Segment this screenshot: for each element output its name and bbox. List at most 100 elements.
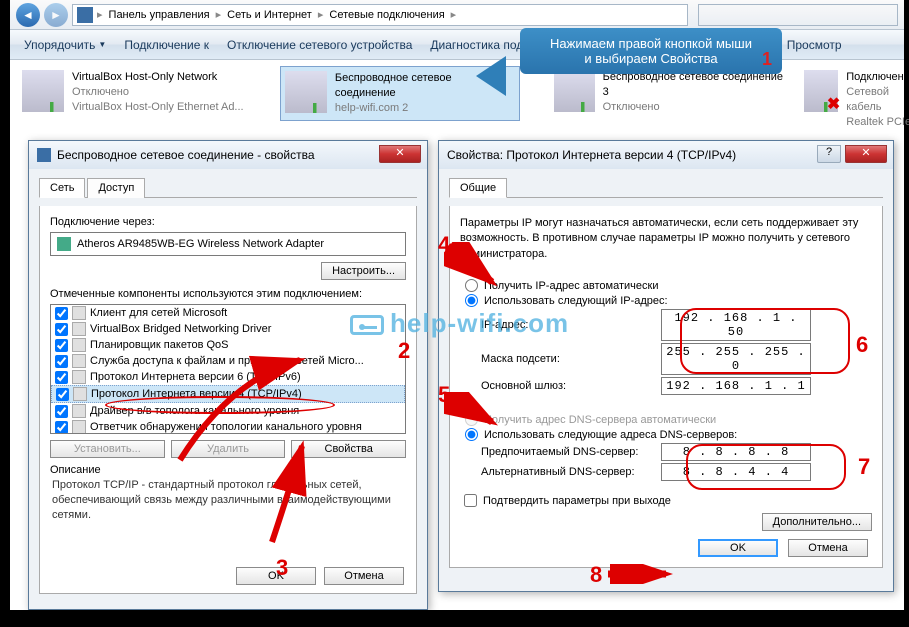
tab-network[interactable]: Сеть — [39, 178, 85, 198]
advanced-button[interactable]: Дополнительно... — [762, 513, 872, 531]
disconnected-x-icon: ✖ — [827, 94, 840, 114]
conn-title: Беспроводное сетевое соединение 3 — [603, 70, 786, 100]
red-arrow-icon — [202, 432, 322, 552]
cancel-button[interactable]: Отмена — [788, 539, 868, 557]
component-icon — [73, 387, 87, 401]
dns1-label: Предпочитаемый DNS-сервер: — [481, 446, 661, 458]
watermark: help-wifi.com — [350, 308, 569, 339]
control-panel-icon — [77, 7, 93, 23]
conn-sub: Сетевой кабель — [846, 85, 909, 115]
configure-button[interactable]: Настроить... — [321, 262, 406, 280]
toolbar-organize[interactable]: Упорядочить ▼ — [18, 35, 112, 55]
component-icon — [72, 420, 86, 434]
component-label: VirtualBox Bridged Networking Driver — [90, 323, 271, 335]
install-button[interactable]: Установить... — [50, 440, 165, 458]
component-checkbox[interactable] — [55, 323, 68, 336]
mask-label: Маска подсети: — [481, 353, 661, 365]
adapter-icon — [57, 237, 71, 251]
tab-general[interactable]: Общие — [449, 178, 507, 198]
annotation-4: 4 — [438, 232, 450, 258]
nav-back-button[interactable]: ◄ — [16, 3, 40, 27]
network-icon — [554, 70, 595, 112]
crumb-3[interactable]: Сетевые подключения — [323, 9, 450, 21]
component-checkbox[interactable] — [55, 405, 68, 418]
dialog-icon — [37, 148, 51, 162]
cancel-button[interactable]: Отмена — [324, 567, 404, 585]
help-button[interactable]: ? — [817, 145, 841, 163]
adapter-name: Atheros AR9485WB-EG Wireless Network Ada… — [77, 238, 324, 250]
annotation-2: 2 — [398, 338, 410, 364]
annotation-8: 8 — [590, 562, 602, 588]
info-text: Параметры IP могут назначаться автоматич… — [460, 216, 872, 262]
close-button[interactable]: ✕ — [845, 145, 887, 163]
component-checkbox[interactable] — [55, 307, 68, 320]
checkbox-label: Подтвердить параметры при выходе — [483, 495, 671, 507]
dns2-label: Альтернативный DNS-сервер: — [481, 466, 661, 478]
crumb-1[interactable]: Панель управления — [103, 9, 216, 21]
toolbar-disable[interactable]: Отключение сетевого устройства — [221, 35, 418, 55]
search-input[interactable] — [698, 4, 898, 26]
annotation-5: 5 — [438, 382, 450, 408]
radio-label: Использовать следующие адреса DNS-сервер… — [484, 429, 737, 441]
nav-forward-button[interactable]: ► — [44, 3, 68, 27]
dialog-title: Свойства: Протокол Интернета версии 4 (T… — [447, 148, 736, 162]
radio-label: Получить адрес DNS-сервера автоматически — [484, 414, 716, 426]
component-checkbox[interactable] — [55, 339, 68, 352]
hint-tooltip: Нажимаем правой кнопкой мыши и выбираем … — [520, 28, 782, 74]
red-arrow-icon — [444, 242, 504, 292]
label-components: Отмеченные компоненты используются этим … — [50, 288, 406, 300]
network-icon — [285, 71, 327, 113]
component-icon — [72, 306, 86, 320]
watermark-icon — [350, 315, 384, 335]
component-checkbox[interactable] — [55, 371, 68, 384]
red-arrow-icon — [444, 392, 504, 432]
connection-virtualbox[interactable]: VirtualBox Host-Only Network Отключено V… — [18, 66, 258, 119]
gateway-input[interactable]: 192 . 168 . 1 . 1 — [661, 377, 811, 395]
close-button[interactable]: ✕ — [379, 145, 421, 163]
component-label: Клиент для сетей Microsoft — [90, 307, 227, 319]
annotation-6: 6 — [856, 332, 868, 358]
conn-state: Отключено — [603, 100, 786, 115]
tab-access[interactable]: Доступ — [87, 178, 145, 198]
component-checkbox[interactable] — [56, 388, 69, 401]
tooltip-line1: Нажимаем правой кнопкой мыши — [532, 36, 770, 51]
annotation-7: 7 — [858, 454, 870, 480]
dialog-titlebar[interactable]: Беспроводное сетевое соединение - свойст… — [29, 141, 427, 169]
conn-title: Подключение — [846, 70, 909, 85]
tooltip-line2: и выбираем Свойства — [532, 51, 770, 66]
breadcrumb[interactable]: ▸ Панель управления▸ Сеть и Интернет▸ Се… — [72, 4, 688, 26]
toolbar-connect[interactable]: Подключение к — [118, 35, 215, 55]
dialog-title: Беспроводное сетевое соединение - свойст… — [57, 148, 315, 162]
conn-adapter: VirtualBox Host-Only Ethernet Ad... — [72, 100, 244, 115]
radio-label: Использовать следующий IP-адрес: — [484, 295, 668, 307]
component-checkbox[interactable] — [55, 421, 68, 434]
toolbar-view[interactable]: Просмотр — [781, 35, 848, 55]
connection-lan[interactable]: ✖ Подключение Сетевой кабель Realtek PCI… — [800, 66, 909, 133]
dialog-titlebar[interactable]: Свойства: Протокол Интернета версии 4 (T… — [439, 141, 893, 169]
conn-state: Отключено — [72, 85, 244, 100]
conn-title: VirtualBox Host-Only Network — [72, 70, 244, 85]
address-bar: ◄ ► ▸ Панель управления▸ Сеть и Интернет… — [10, 0, 904, 30]
gateway-label: Основной шлюз: — [481, 380, 661, 392]
component-icon — [72, 370, 86, 384]
ok-button[interactable]: OK — [698, 539, 778, 557]
component-icon — [72, 354, 86, 368]
component-icon — [72, 322, 86, 336]
annotation-1: 1 — [762, 49, 772, 70]
red-arrow-icon — [606, 564, 676, 584]
network-icon: ✖ — [804, 70, 838, 112]
radio-ip-manual[interactable] — [465, 294, 478, 307]
component-icon — [72, 338, 86, 352]
conn-ssid: help-wifi.com 2 — [335, 101, 515, 116]
annotation-3: 3 — [276, 555, 288, 581]
component-icon — [72, 404, 86, 418]
crumb-2[interactable]: Сеть и Интернет — [221, 9, 318, 21]
component-checkbox[interactable] — [55, 355, 68, 368]
label-connection-via: Подключение через: — [50, 216, 406, 228]
red-oval-highlight — [680, 308, 850, 374]
red-oval-highlight — [686, 444, 846, 490]
confirm-on-exit-checkbox[interactable] — [464, 494, 477, 507]
tab-strip: Общие — [449, 177, 883, 198]
tab-strip: Сеть Доступ — [39, 177, 417, 198]
radio-label: Получить IP-адрес автоматически — [484, 280, 658, 292]
